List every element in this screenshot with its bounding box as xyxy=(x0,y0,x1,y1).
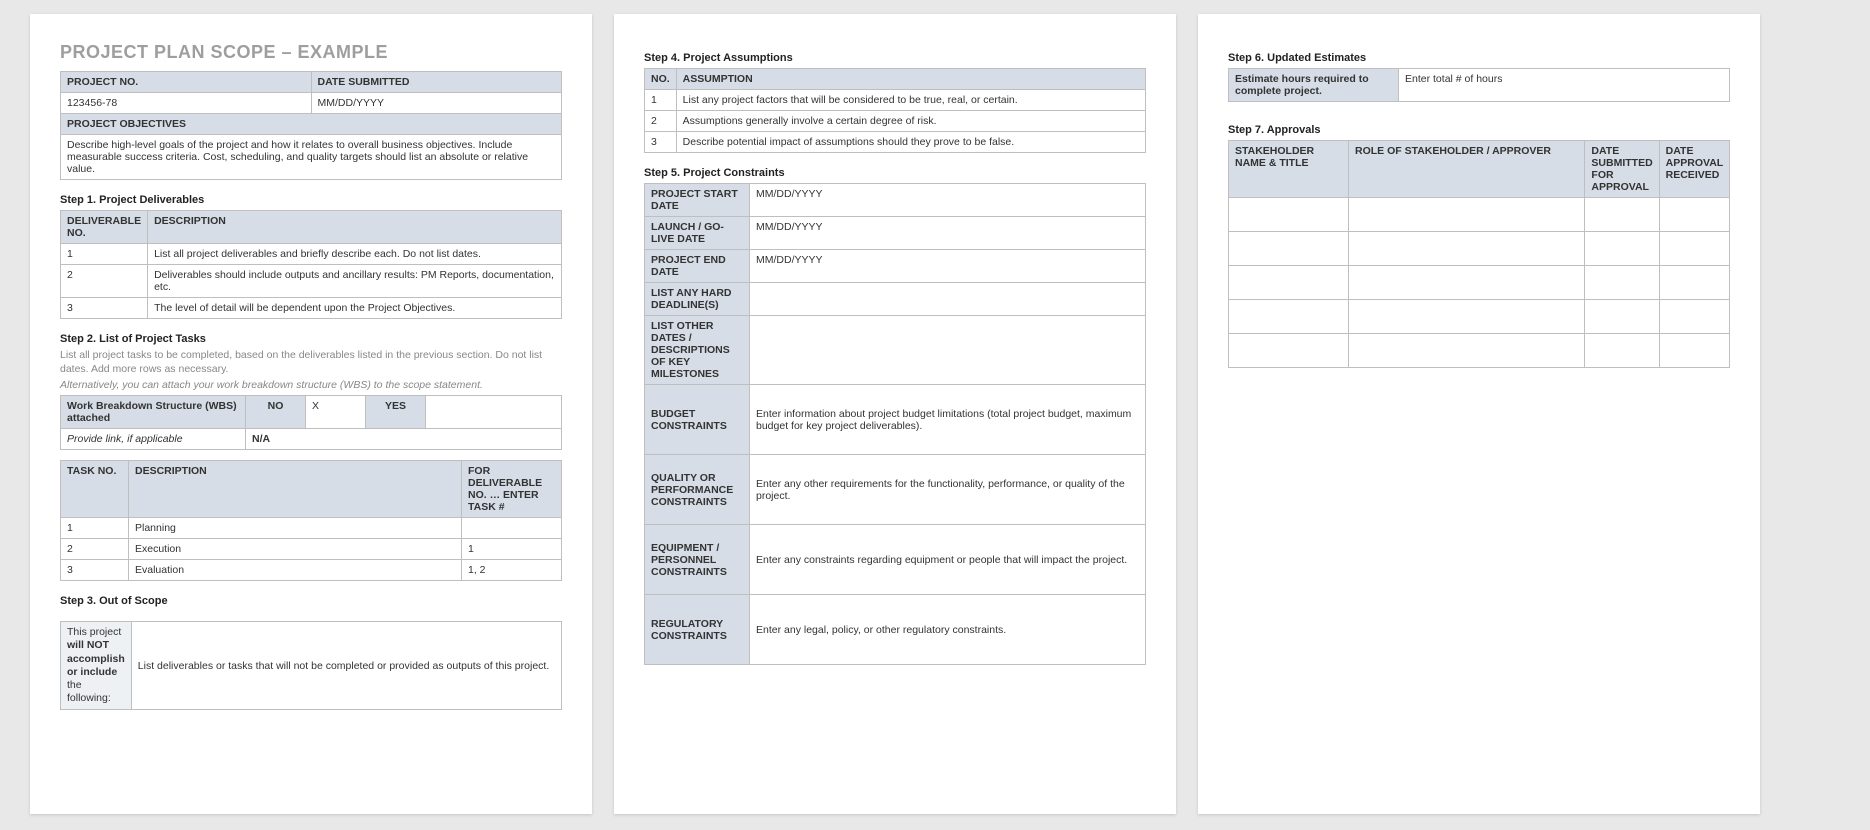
table-row: 2 Execution 1 xyxy=(61,539,562,560)
table-row: 1 List any project factors that will be … xyxy=(645,90,1146,111)
step3-desc: List deliverables or tasks that will not… xyxy=(131,622,561,710)
table-row xyxy=(1229,232,1730,266)
table-row: 3 Evaluation 1, 2 xyxy=(61,560,562,581)
step6-table: Estimate hours required to complete proj… xyxy=(1228,68,1730,102)
step5-launch-val: MM/DD/YYYY xyxy=(750,217,1146,250)
table-row: 1 Planning xyxy=(61,518,562,539)
step2-sub: List all project tasks to be completed, … xyxy=(60,349,562,376)
step5-other-label: LIST OTHER DATES / DESCRIPTIONS OF KEY M… xyxy=(645,316,750,385)
step5-equip-label: EQUIPMENT / PERSONNEL CONSTRAINTS xyxy=(645,525,750,595)
step7-h4: DATE APPROVAL RECEIVED xyxy=(1659,141,1729,198)
step7-h1: STAKEHOLDER NAME & TITLE xyxy=(1229,141,1349,198)
wbs-no-val: X xyxy=(306,396,366,429)
wbs-no-label: NO xyxy=(246,396,306,429)
table-row: 3 Describe potential impact of assumptio… xyxy=(645,132,1146,153)
step5-start-val: MM/DD/YYYY xyxy=(750,184,1146,217)
date-submitted-header: DATE SUBMITTED xyxy=(311,72,562,93)
step2-sub-italic: Alternatively, you can attach your work … xyxy=(60,379,562,391)
page-2: Step 4. Project Assumptions NO. ASSUMPTI… xyxy=(614,14,1176,814)
step2-tasks-table: TASK NO. DESCRIPTION FOR DELIVERABLE NO.… xyxy=(60,460,562,581)
objectives-text: Describe high-level goals of the project… xyxy=(61,135,562,180)
step7-title: Step 7. Approvals xyxy=(1228,124,1730,136)
step5-title: Step 5. Project Constraints xyxy=(644,167,1146,179)
step7-table: STAKEHOLDER NAME & TITLE ROLE OF STAKEHO… xyxy=(1228,140,1730,368)
step5-end-label: PROJECT END DATE xyxy=(645,250,750,283)
objectives-header: PROJECT OBJECTIVES xyxy=(61,114,562,135)
wbs-table: Work Breakdown Structure (WBS) attached … xyxy=(60,395,562,450)
wbs-yes-val xyxy=(426,396,562,429)
step5-hard-label: LIST ANY HARD DEADLINE(S) xyxy=(645,283,750,316)
step7-h3: DATE SUBMITTED FOR APPROVAL xyxy=(1585,141,1659,198)
table-row xyxy=(1229,334,1730,368)
table-row xyxy=(1229,198,1730,232)
step5-hard-val xyxy=(750,283,1146,316)
step1-h2: DESCRIPTION xyxy=(148,211,562,244)
date-submitted-value: MM/DD/YYYY xyxy=(311,93,562,114)
step5-quality-val: Enter any other requirements for the fun… xyxy=(750,455,1146,525)
page-1: PROJECT PLAN SCOPE – EXAMPLE PROJECT NO.… xyxy=(30,14,592,814)
step5-reg-label: REGULATORY CONSTRAINTS xyxy=(645,595,750,665)
table-row: 3 The level of detail will be dependent … xyxy=(61,298,562,319)
step5-reg-val: Enter any legal, policy, or other regula… xyxy=(750,595,1146,665)
step1-h1: DELIVERABLE NO. xyxy=(61,211,148,244)
step1-title: Step 1. Project Deliverables xyxy=(60,194,562,206)
table-row: 2 Assumptions generally involve a certai… xyxy=(645,111,1146,132)
step5-table: PROJECT START DATE MM/DD/YYYY LAUNCH / G… xyxy=(644,183,1146,665)
step3-label: This project will NOT accomplish or incl… xyxy=(61,622,132,710)
step3-table: This project will NOT accomplish or incl… xyxy=(60,621,562,710)
step3-title: Step 3. Out of Scope xyxy=(60,595,562,607)
step5-end-val: MM/DD/YYYY xyxy=(750,250,1146,283)
project-no-value: 123456-78 xyxy=(61,93,312,114)
step2-h1: TASK NO. xyxy=(61,461,129,518)
step4-h2: ASSUMPTION xyxy=(676,69,1145,90)
table-row: 2 Deliverables should include outputs an… xyxy=(61,265,562,298)
wbs-yes-label: YES xyxy=(366,396,426,429)
wbs-label: Work Breakdown Structure (WBS) attached xyxy=(61,396,246,429)
step5-start-label: PROJECT START DATE xyxy=(645,184,750,217)
wbs-link-val: N/A xyxy=(246,429,562,450)
page-3: Step 6. Updated Estimates Estimate hours… xyxy=(1198,14,1760,814)
table-row xyxy=(1229,266,1730,300)
step5-budget-label: BUDGET CONSTRAINTS xyxy=(645,385,750,455)
step4-title: Step 4. Project Assumptions xyxy=(644,52,1146,64)
step5-budget-val: Enter information about project budget l… xyxy=(750,385,1146,455)
step5-launch-label: LAUNCH / GO-LIVE DATE xyxy=(645,217,750,250)
step6-title: Step 6. Updated Estimates xyxy=(1228,52,1730,64)
step5-quality-label: QUALITY OR PERFORMANCE CONSTRAINTS xyxy=(645,455,750,525)
step4-h1: NO. xyxy=(645,69,677,90)
step2-h3: FOR DELIVERABLE NO. … ENTER TASK # xyxy=(462,461,562,518)
step6-label: Estimate hours required to complete proj… xyxy=(1229,69,1399,102)
step1-table: DELIVERABLE NO. DESCRIPTION 1 List all p… xyxy=(60,210,562,319)
doc-title: PROJECT PLAN SCOPE – EXAMPLE xyxy=(60,42,562,63)
project-no-header: PROJECT NO. xyxy=(61,72,312,93)
table-row: 1 List all project deliverables and brie… xyxy=(61,244,562,265)
step2-title: Step 2. List of Project Tasks xyxy=(60,333,562,345)
step5-equip-val: Enter any constraints regarding equipmen… xyxy=(750,525,1146,595)
project-info-table: PROJECT NO. DATE SUBMITTED 123456-78 MM/… xyxy=(60,71,562,180)
step4-table: NO. ASSUMPTION 1 List any project factor… xyxy=(644,68,1146,153)
step7-h2: ROLE OF STAKEHOLDER / APPROVER xyxy=(1349,141,1585,198)
step2-h2: DESCRIPTION xyxy=(129,461,462,518)
table-row xyxy=(1229,300,1730,334)
step6-val: Enter total # of hours xyxy=(1399,69,1730,102)
step5-other-val xyxy=(750,316,1146,385)
wbs-link-label: Provide link, if applicable xyxy=(61,429,246,450)
